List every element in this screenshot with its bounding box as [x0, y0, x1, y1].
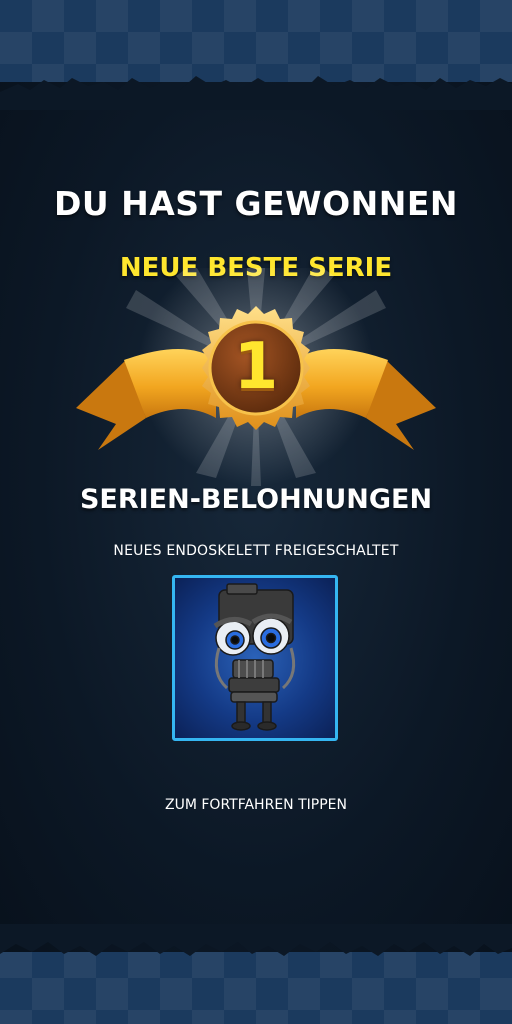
torn-edge-top	[0, 76, 512, 110]
streak-rewards-heading: SERIEN-BELOHNUNGEN	[79, 484, 433, 515]
endoskeleton-plush-icon	[213, 583, 296, 731]
rank-number: 1	[233, 330, 279, 404]
reward-item-card	[172, 575, 338, 741]
unlock-message: NEUES ENDOSKELETT FREIGESCHALTET	[113, 543, 399, 559]
win-title: DU HAST GEWONNEN	[53, 184, 459, 223]
tap-to-continue-prompt[interactable]: ZUM FORTFAHREN TIPPEN	[0, 797, 512, 813]
torn-edge-bottom	[0, 924, 512, 956]
